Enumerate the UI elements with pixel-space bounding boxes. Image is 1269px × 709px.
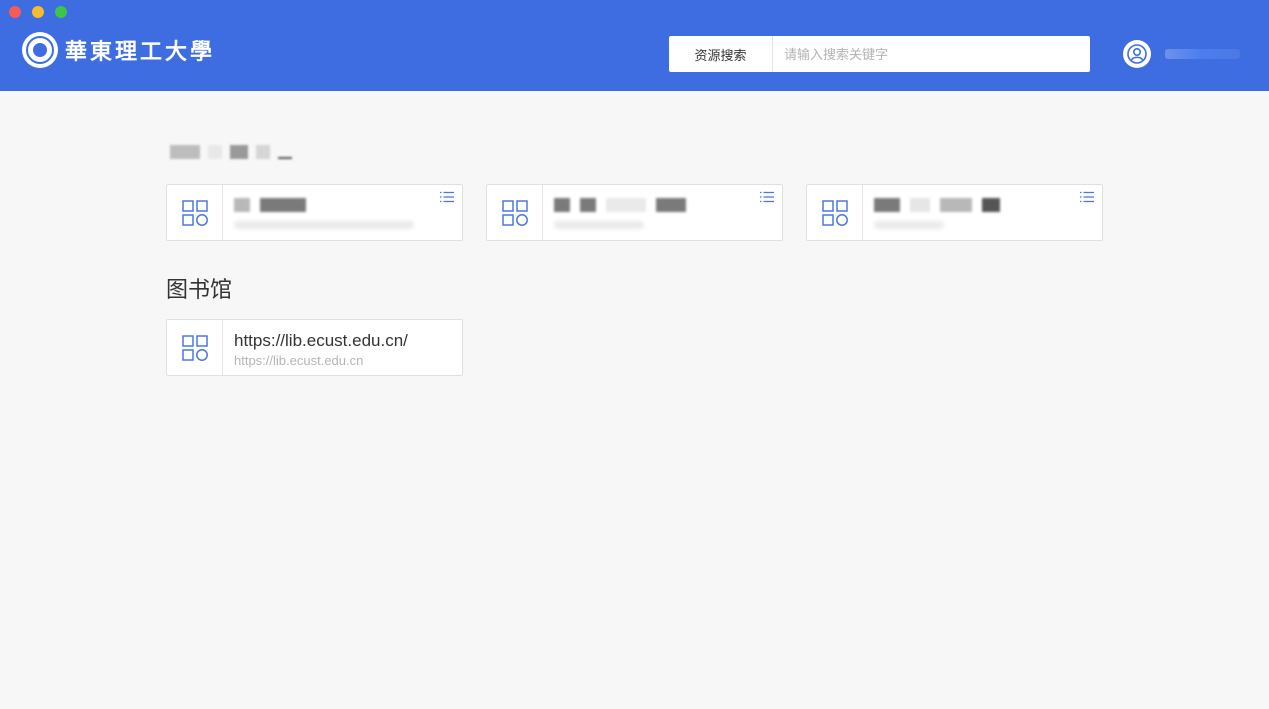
minimize-window-button[interactable] xyxy=(32,6,44,18)
card-title xyxy=(874,198,1102,212)
favorite-card[interactable] xyxy=(166,184,463,241)
card-url xyxy=(234,221,414,229)
card-menu-list-icon[interactable] xyxy=(1079,190,1095,208)
card-menu-list-icon[interactable] xyxy=(759,190,775,208)
university-logo[interactable]: 華東理工大學 xyxy=(22,32,215,68)
close-window-button[interactable] xyxy=(9,6,21,18)
card-url: https://lib.ecust.edu.cn xyxy=(234,353,364,368)
apps-icon xyxy=(487,185,543,240)
search-input[interactable] xyxy=(773,36,1090,72)
apps-icon xyxy=(807,185,863,240)
user-name xyxy=(1165,49,1240,59)
apps-icon xyxy=(167,185,223,240)
resource-search-bar: 资源搜索 xyxy=(669,36,1090,72)
favorite-card[interactable] xyxy=(806,184,1103,241)
favorite-card[interactable] xyxy=(486,184,783,241)
university-name: 華東理工大學 xyxy=(65,39,216,65)
library-section-title: 图书馆 xyxy=(166,277,233,302)
card-title xyxy=(554,198,782,212)
library-card[interactable]: https://lib.ecust.edu.cn/ https://lib.ec… xyxy=(166,319,463,376)
user-menu[interactable] xyxy=(1123,40,1240,68)
card-title: https://lib.ecust.edu.cn/ xyxy=(234,331,408,350)
card-menu-list-icon[interactable] xyxy=(439,190,455,208)
user-avatar-icon[interactable] xyxy=(1123,40,1151,68)
favorites-section-title xyxy=(170,145,292,159)
card-title xyxy=(234,198,462,212)
apps-icon xyxy=(167,320,223,375)
maximize-window-button[interactable] xyxy=(55,6,67,18)
top-header: 華東理工大學 资源搜索 xyxy=(0,0,1269,91)
window-controls xyxy=(9,6,67,18)
university-seal-icon xyxy=(22,32,58,68)
card-url xyxy=(554,221,644,229)
card-url xyxy=(874,221,944,229)
resource-search-button[interactable]: 资源搜索 xyxy=(669,36,773,72)
